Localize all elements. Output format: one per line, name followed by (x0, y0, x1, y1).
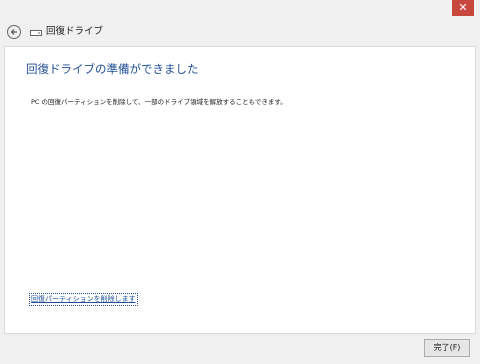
delete-recovery-partition-link[interactable]: 回復パーティションを削除します (29, 293, 138, 306)
description-text: PC の回復パーティションを削除して、一部のドライブ領域を解放することもできます… (31, 98, 287, 106)
close-button[interactable]: ✕ (452, 0, 474, 16)
window-title: 回復ドライブ (46, 26, 104, 37)
footer-bar: 完了(F) (0, 334, 480, 364)
navigation-bar: 回復ドライブ (0, 18, 480, 46)
title-bar: ✕ (0, 0, 480, 18)
recovery-drive-window: ✕ 回復ドライブ 回復ドライブの準備ができました PC の回復パーティションを削… (0, 0, 480, 364)
finish-button[interactable]: 完了(F) (424, 339, 470, 357)
arrow-left-icon (10, 29, 17, 35)
main-panel: 回復ドライブの準備ができました PC の回復パーティションを削除して、一部のドラ… (4, 46, 476, 334)
page-heading: 回復ドライブの準備ができました (26, 62, 199, 76)
back-button[interactable] (7, 25, 21, 39)
close-icon: ✕ (458, 1, 468, 14)
drive-icon (30, 30, 42, 36)
